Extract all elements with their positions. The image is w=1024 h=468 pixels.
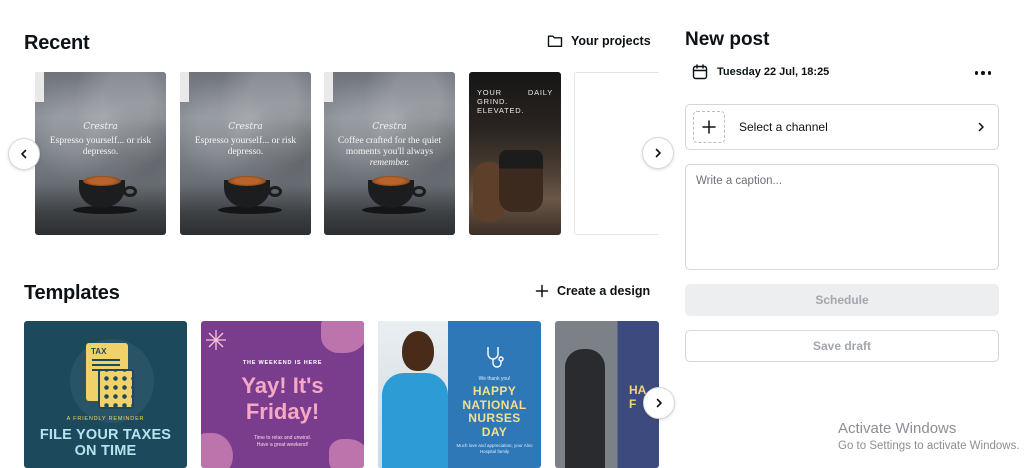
coffee-cup-image — [73, 176, 137, 214]
headline-line: ON TIME — [74, 443, 137, 459]
save-draft-button[interactable]: Save draft — [685, 330, 999, 362]
more-horizontal-icon — [974, 71, 979, 75]
recent-design-1[interactable]: Crestra Espresso yourself... or risk dep… — [35, 72, 166, 235]
create-design-label: Create a design — [557, 284, 651, 298]
design-caption: Espresso yourself... or risk depresso. — [194, 136, 297, 157]
select-channel-label: Select a channel — [739, 120, 828, 134]
note-line: Have a great weekend! — [256, 442, 309, 448]
template-headline: HAPPY NATIONAL NURSES DAY — [448, 384, 541, 439]
your-projects-label: Your projects — [571, 34, 651, 48]
recent-next-button[interactable] — [642, 137, 674, 169]
templates-title: Templates — [24, 282, 120, 304]
create-design-link[interactable]: Create a design — [535, 284, 650, 298]
template-soldier[interactable]: HA F — [555, 321, 659, 468]
note-line: Time to relax and unwind. — [253, 435, 312, 441]
activate-windows-watermark: Activate Windows Go to Settings to activ… — [838, 420, 1020, 452]
schedule-date: Tuesday 22 Jul, 18:25 — [717, 66, 830, 78]
design-brand: Crestra — [372, 122, 407, 132]
template-friday[interactable]: THE WEEKEND IS HERE Yay! It's Friday! Ti… — [201, 321, 364, 468]
folder-icon — [547, 35, 563, 47]
headline-line: HAPPY — [472, 384, 517, 398]
headline-line: NURSES — [468, 411, 521, 425]
recent-design-3[interactable]: Crestra Coffee crafted for the quiet mom… — [324, 72, 455, 235]
chevron-right-icon — [656, 398, 662, 408]
tagline-line: ELEVATED. — [477, 106, 525, 115]
caption-italic: remember. — [369, 158, 410, 168]
more-options-button[interactable] — [970, 62, 996, 84]
template-note: Much love and appreciation, your Also Ho… — [456, 443, 533, 454]
templates-carousel: TAX A FRIENDLY REMINDER FILE YOUR TAXES … — [24, 321, 659, 468]
template-note: Time to relax and unwind. Have a great w… — [201, 435, 364, 449]
tagline-line: GRIND. — [477, 97, 509, 106]
templates-next-button[interactable] — [643, 387, 675, 419]
headline-line: DAY — [481, 424, 508, 439]
headline-line: FILE YOUR TAXES — [39, 427, 172, 443]
design-brand: Crestra — [83, 122, 118, 132]
page-marker — [35, 72, 44, 102]
page-marker — [324, 72, 333, 102]
coffee-cup-image — [362, 176, 426, 214]
template-headline: Yay! It's Friday! — [201, 373, 364, 425]
add-channel-slot — [693, 111, 725, 143]
design-caption: Espresso yourself... or risk depresso. — [49, 136, 152, 157]
template-headline: FILE YOUR TAXES ON TIME — [24, 427, 187, 459]
recent-prev-button[interactable] — [8, 138, 40, 170]
watermark-subtitle: Go to Settings to activate Windows. — [838, 440, 1020, 452]
new-post-title: New post — [685, 29, 770, 50]
caption-input[interactable] — [685, 164, 999, 270]
design-caption: Coffee crafted for the quiet moments you… — [330, 136, 449, 169]
your-projects-link[interactable]: Your projects — [547, 34, 651, 48]
nurse-photo — [378, 321, 448, 468]
select-channel-button[interactable]: Select a channel — [685, 104, 999, 150]
template-kicker: THE WEEKEND IS HERE — [242, 360, 323, 366]
schedule-date-picker[interactable]: Tuesday 22 Jul, 18:25 — [692, 64, 829, 80]
caption-main: Coffee crafted for the quiet moments you… — [337, 136, 442, 157]
template-nurses-day[interactable]: We thank you! HAPPY NATIONAL NURSES DAY … — [378, 321, 541, 468]
coffee-cup-image — [218, 176, 282, 214]
headline-line: Yay! It's — [241, 373, 324, 398]
plus-icon — [702, 120, 716, 134]
design-brand: Crestra — [228, 122, 263, 132]
stethoscope-icon — [487, 347, 504, 368]
headline-line: NATIONAL — [462, 397, 527, 412]
calendar-icon — [692, 64, 708, 80]
tagline-line: YOUR — [477, 88, 502, 97]
template-kicker: We thank you! — [478, 376, 511, 382]
recent-design-4[interactable]: YOUR GRIND. ELEVATED. DAILY — [469, 72, 561, 235]
recent-designs-carousel: Crestra Espresso yourself... or risk dep… — [35, 72, 659, 235]
recent-title: Recent — [24, 32, 90, 54]
soldier-silhouette — [565, 349, 605, 468]
coffee-pot-image — [499, 150, 543, 212]
headline-line: Friday! — [245, 399, 320, 424]
calculator-illustration — [98, 369, 134, 409]
design-tagline: YOUR GRIND. ELEVATED. — [477, 88, 524, 115]
tax-form-label: TAX — [91, 347, 107, 356]
sparkle-icon — [206, 330, 226, 350]
watermark-title: Activate Windows — [838, 420, 957, 437]
recent-design-2[interactable]: Crestra Espresso yourself... or risk dep… — [180, 72, 311, 235]
schedule-button[interactable]: Schedule — [685, 284, 999, 316]
template-kicker: A FRIENDLY REMINDER — [66, 416, 145, 422]
chevron-right-icon — [978, 122, 984, 132]
home-page: Recent Your projects Crestra Espresso yo… — [0, 0, 1024, 468]
chevron-left-icon — [21, 149, 27, 159]
decor-splash — [321, 321, 364, 353]
page-marker — [180, 72, 189, 102]
plus-icon — [535, 284, 549, 298]
template-tax-reminder[interactable]: TAX A FRIENDLY REMINDER FILE YOUR TAXES … — [24, 321, 187, 468]
design-daily: DAILY — [527, 88, 553, 97]
chevron-right-icon — [655, 148, 661, 158]
